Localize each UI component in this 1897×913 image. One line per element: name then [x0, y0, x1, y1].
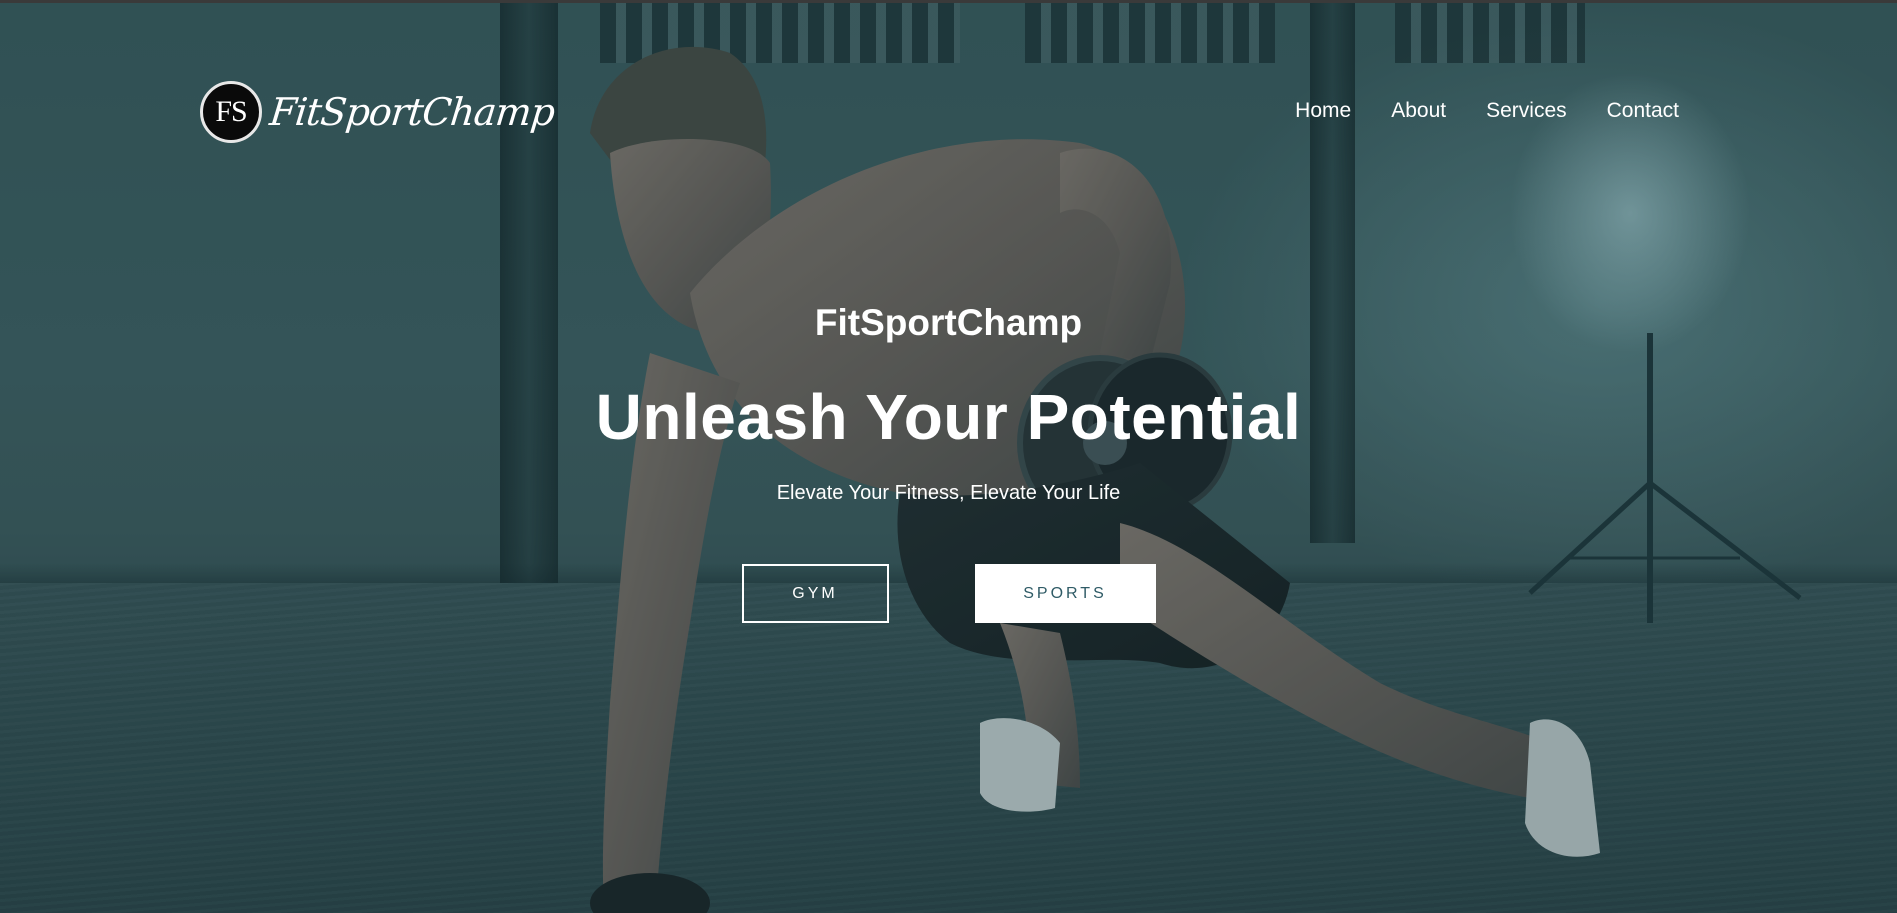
- hero-headline: Unleash Your Potential: [595, 381, 1302, 453]
- hero-buttons: GYM SPORTS: [0, 564, 1897, 623]
- nav-link-services[interactable]: Services: [1486, 99, 1567, 123]
- site-logo[interactable]: FS FitSportChamp: [200, 81, 557, 143]
- hero-tagline: Elevate Your Fitness, Elevate Your Life: [776, 482, 1121, 504]
- gym-button[interactable]: GYM: [741, 564, 889, 623]
- nav-link-about[interactable]: About: [1391, 99, 1446, 123]
- logo-badge-icon: FS: [200, 81, 262, 143]
- main-navigation: Home About Services Contact: [1295, 99, 1679, 123]
- hero-section: FS FitSportChamp Home About Services Con…: [0, 0, 1897, 913]
- hero-content: FitSportChamp Unleash Your Potential Ele…: [0, 301, 1897, 507]
- hero-brand-title: FitSportChamp: [814, 302, 1083, 343]
- logo-wordmark: FitSportChamp: [267, 90, 557, 134]
- nav-link-contact[interactable]: Contact: [1607, 99, 1679, 123]
- sports-button[interactable]: SPORTS: [974, 564, 1156, 623]
- nav-link-home[interactable]: Home: [1295, 99, 1351, 123]
